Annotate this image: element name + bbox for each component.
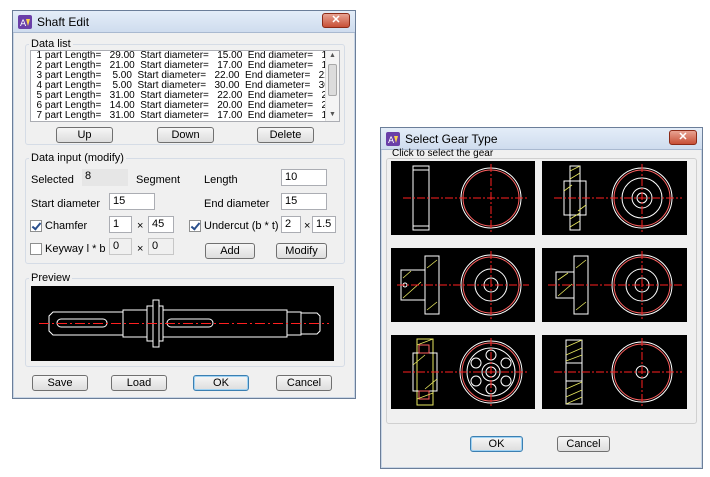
chamfer-b-input[interactable]: 45 bbox=[148, 216, 174, 233]
keyway-label: Keyway l * b bbox=[45, 243, 106, 255]
undercut-b-input[interactable]: 2 bbox=[281, 216, 301, 233]
list-scrollbar[interactable]: ▲ ▼ bbox=[325, 51, 339, 121]
gear-option-hub-step[interactable] bbox=[542, 248, 687, 322]
close-icon[interactable]: ✕ bbox=[669, 130, 697, 145]
save-button[interactable]: Save bbox=[32, 375, 88, 391]
length-label: Length bbox=[204, 174, 238, 186]
up-button[interactable]: Up bbox=[56, 127, 113, 143]
gear-option-holes[interactable] bbox=[391, 335, 535, 409]
scroll-thumb[interactable] bbox=[328, 64, 337, 96]
gear-type-titlebar[interactable]: A Select Gear Type ✕ bbox=[381, 128, 702, 150]
delete-button[interactable]: Delete bbox=[257, 127, 314, 143]
load-button[interactable]: Load bbox=[111, 375, 167, 391]
data-list[interactable]: 1 part Length= 29.00 Start diameter= 15.… bbox=[30, 50, 340, 122]
down-button[interactable]: Down bbox=[157, 127, 214, 143]
chamfer-times-symbol: × bbox=[137, 220, 144, 232]
keyway-b-input: 0 bbox=[148, 238, 174, 255]
gear-ok-button[interactable]: OK bbox=[470, 436, 523, 452]
selected-field: 8 bbox=[82, 169, 128, 186]
app-icon: A bbox=[386, 132, 400, 146]
chamfer-label: Chamfer bbox=[45, 220, 88, 232]
undercut-checkbox[interactable] bbox=[189, 220, 201, 232]
close-icon[interactable]: ✕ bbox=[322, 13, 350, 28]
svg-text:A: A bbox=[20, 19, 27, 29]
app-icon: A bbox=[18, 15, 32, 29]
end-diameter-input[interactable]: 15 bbox=[281, 193, 327, 210]
preview-label: Preview bbox=[29, 272, 73, 284]
scroll-down-icon[interactable]: ▼ bbox=[329, 111, 336, 118]
chamfer-checkbox[interactable] bbox=[30, 220, 42, 232]
cancel-button[interactable]: Cancel bbox=[276, 375, 332, 391]
add-button[interactable]: Add bbox=[205, 243, 255, 259]
svg-text:A: A bbox=[388, 136, 395, 146]
end-diameter-label: End diameter bbox=[204, 198, 270, 210]
shaft-preview-canvas bbox=[31, 286, 334, 361]
modify-button[interactable]: Modify bbox=[276, 243, 327, 259]
data-input-label: Data input (modify) bbox=[29, 152, 126, 164]
selected-label: Selected bbox=[31, 174, 74, 186]
window-title: Shaft Edit bbox=[37, 15, 90, 29]
start-diameter-label: Start diameter bbox=[31, 198, 101, 210]
gear-option-hub-left[interactable] bbox=[391, 248, 535, 322]
undercut-t-input[interactable]: 1.5 bbox=[312, 216, 336, 233]
segment-label: Segment bbox=[136, 174, 181, 186]
window-title: Select Gear Type bbox=[405, 132, 498, 146]
gear-option-spur[interactable] bbox=[391, 161, 535, 235]
scroll-up-icon[interactable]: ▲ bbox=[329, 52, 336, 59]
start-diameter-input[interactable]: 15 bbox=[109, 193, 155, 210]
gear-option-solid[interactable] bbox=[542, 335, 687, 409]
shaft-edit-titlebar[interactable]: A Shaft Edit ✕ bbox=[13, 11, 355, 33]
chamfer-a-input[interactable]: 1 bbox=[109, 216, 132, 233]
undercut-times-symbol: × bbox=[304, 220, 311, 232]
keyway-checkbox[interactable] bbox=[30, 243, 42, 255]
keyway-times-symbol: × bbox=[137, 243, 144, 255]
undercut-label: Undercut (b * t) bbox=[204, 220, 279, 232]
data-list-label: Data list bbox=[29, 38, 73, 50]
list-item[interactable]: 7 part Length= 31.00 Start diameter= 17.… bbox=[31, 111, 339, 121]
gear-option-web[interactable] bbox=[542, 161, 687, 235]
gear-cancel-button[interactable]: Cancel bbox=[557, 436, 610, 452]
length-input[interactable]: 10 bbox=[281, 169, 327, 186]
ok-button[interactable]: OK bbox=[193, 375, 249, 391]
keyway-l-input: 0 bbox=[109, 238, 132, 255]
